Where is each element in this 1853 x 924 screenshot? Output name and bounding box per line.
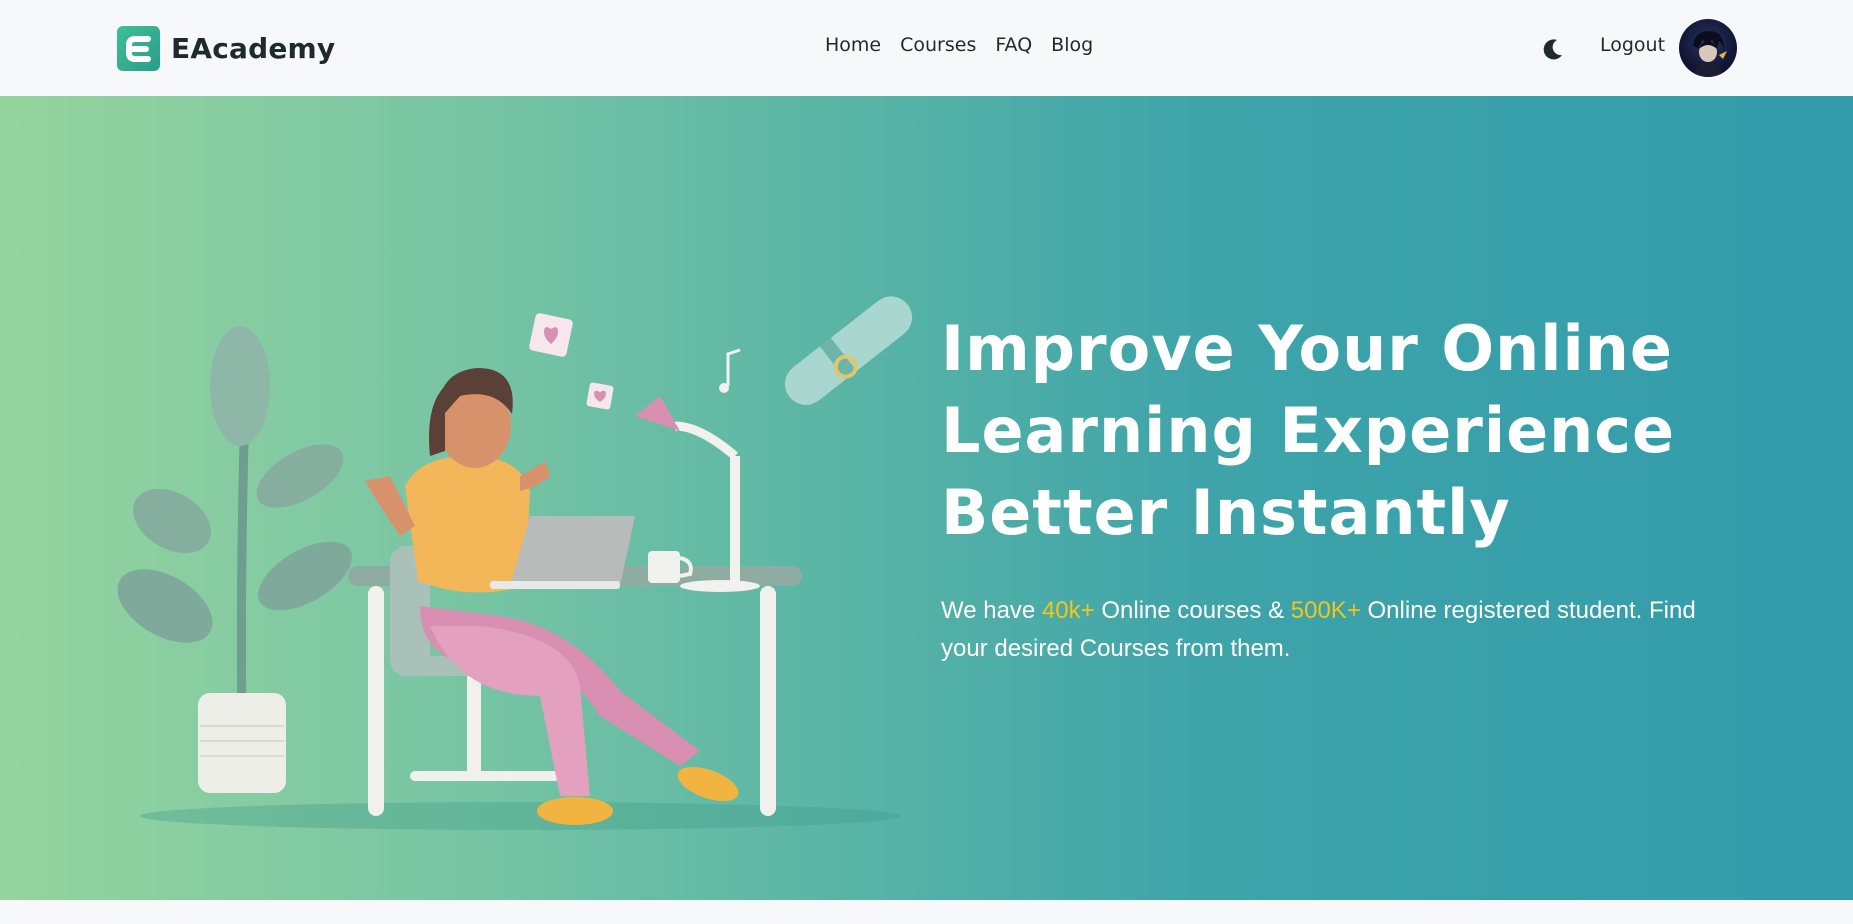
hero-headline: Improve Your Online Learning Experience … <box>941 308 1771 554</box>
headline-line: Better Instantly <box>941 476 1511 549</box>
nav-courses-link[interactable]: Courses <box>900 34 976 56</box>
brand-name: EAcademy <box>171 32 336 65</box>
students-count: 500K+ <box>1290 597 1361 624</box>
nav-faq-link[interactable]: FAQ <box>995 34 1032 56</box>
courses-count: 40k+ <box>1041 597 1095 624</box>
page-footer-strip <box>0 900 1853 924</box>
brand-link[interactable]: EAcademy <box>117 26 335 71</box>
headline-line: Learning Experience <box>941 394 1676 467</box>
moon-icon[interactable] <box>1540 36 1566 62</box>
main-nav: Home Courses FAQ Blog <box>825 34 1112 56</box>
plant-icon <box>117 326 352 793</box>
hero-subtext: We have 40k+ Online courses & 500K+ Onli… <box>941 592 1741 668</box>
headline-line: Improve Your Online <box>941 312 1673 385</box>
nav-home-link[interactable]: Home <box>825 34 881 56</box>
student-desk-illustration <box>117 296 913 830</box>
top-navbar: EAcademy Home Courses FAQ Blog Logout <box>0 0 1853 96</box>
subtext-middle: Online courses & <box>1094 597 1291 624</box>
eacademy-logo-icon <box>117 26 160 71</box>
subtext-prefix: We have <box>941 597 1042 624</box>
nav-blog-link[interactable]: Blog <box>1051 34 1093 56</box>
hero-text: Improve Your Online Learning Experience … <box>941 308 1771 668</box>
logout-link[interactable]: Logout <box>1600 34 1665 56</box>
hero-section: Improve Your Online Learning Experience … <box>0 96 1853 900</box>
user-avatar[interactable] <box>1679 19 1737 77</box>
